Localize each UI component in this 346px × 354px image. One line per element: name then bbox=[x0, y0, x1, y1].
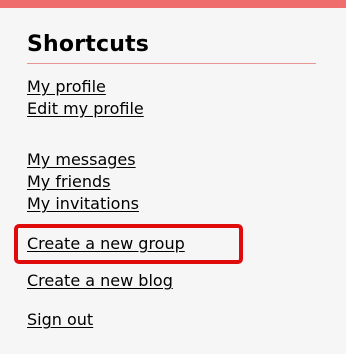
title-divider bbox=[27, 63, 316, 64]
create-new-blog-link[interactable]: Create a new blog bbox=[27, 270, 173, 292]
sign-out-link[interactable]: Sign out bbox=[27, 309, 93, 331]
panel-top-bar bbox=[0, 0, 346, 8]
my-profile-link[interactable]: My profile bbox=[27, 76, 106, 98]
shortcuts-panel: Shortcuts My profile Edit my profile My … bbox=[0, 0, 346, 354]
my-invitations-link[interactable]: My invitations bbox=[27, 193, 139, 215]
panel-title: Shortcuts bbox=[27, 32, 150, 57]
my-messages-link[interactable]: My messages bbox=[27, 149, 136, 171]
create-new-group-link[interactable]: Create a new group bbox=[27, 233, 185, 255]
my-friends-link[interactable]: My friends bbox=[27, 171, 111, 193]
edit-my-profile-link[interactable]: Edit my profile bbox=[27, 98, 144, 120]
